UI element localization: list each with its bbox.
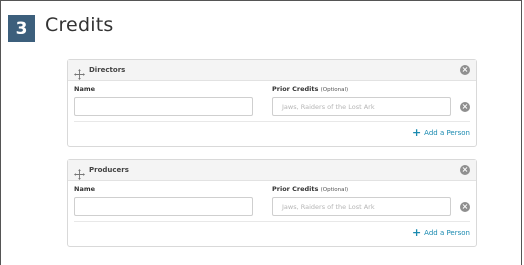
panel-title: Producers: [89, 166, 129, 174]
prior-credits-label: Prior Credits (Optional): [272, 85, 349, 93]
name-input[interactable]: [74, 97, 253, 116]
panel-header: Producers ×: [68, 160, 476, 181]
prior-credits-input[interactable]: Jaws, Raiders of the Lost Ark: [272, 97, 451, 116]
directors-panel: Directors × Name Prior Credits (Optional…: [67, 59, 477, 147]
section-heading: Credits: [45, 14, 114, 36]
plus-icon: +: [411, 126, 422, 139]
close-circle-icon[interactable]: ×: [460, 65, 470, 75]
move-icon[interactable]: [74, 165, 85, 180]
add-person-link[interactable]: + Add a Person: [411, 126, 470, 139]
remove-person-icon[interactable]: ×: [460, 102, 470, 112]
panel-header: Directors ×: [68, 60, 476, 81]
name-label: Name: [74, 85, 96, 93]
panel-title: Directors: [89, 66, 126, 74]
name-label: Name: [74, 185, 96, 193]
prior-credits-input[interactable]: Jaws, Raiders of the Lost Ark: [272, 197, 451, 216]
remove-person-icon[interactable]: ×: [460, 202, 470, 212]
step-number-badge: 3: [8, 15, 35, 42]
name-input[interactable]: [74, 197, 253, 216]
plus-icon: +: [411, 226, 422, 239]
add-person-link[interactable]: + Add a Person: [411, 226, 470, 239]
move-icon[interactable]: [74, 65, 85, 80]
prior-credits-label: Prior Credits (Optional): [272, 185, 349, 193]
close-circle-icon[interactable]: ×: [460, 165, 470, 175]
producers-panel: Producers × Name Prior Credits (Optional…: [67, 159, 477, 247]
